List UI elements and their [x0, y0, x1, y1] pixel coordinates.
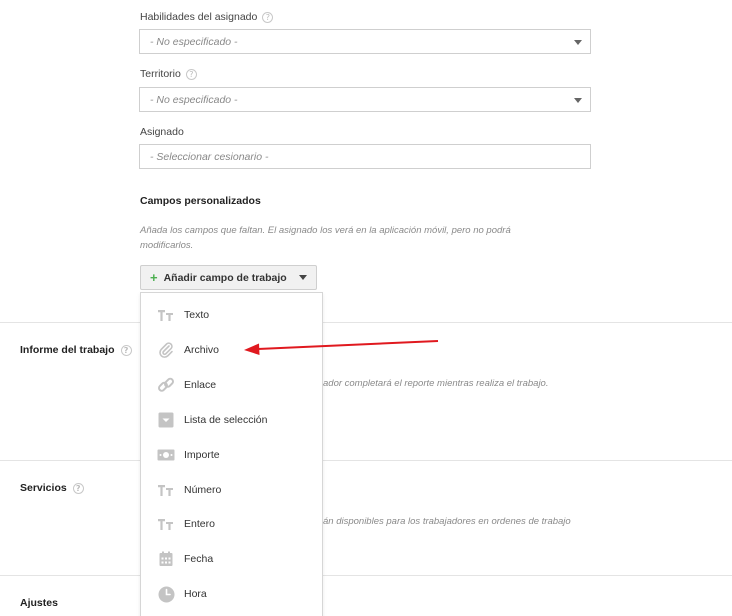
- chevron-down-icon: [298, 275, 307, 280]
- dropdown-item-select-list[interactable]: Lista de selección: [141, 405, 322, 435]
- add-job-field-button[interactable]: + Añadir campo de trabajo: [140, 265, 317, 290]
- help-icon[interactable]: ?: [262, 11, 274, 23]
- paperclip-icon: [157, 341, 175, 359]
- chevron-down-icon: [574, 40, 582, 45]
- chevron-down-icon: [574, 98, 582, 103]
- help-icon[interactable]: ?: [72, 482, 84, 494]
- link-icon: [157, 376, 175, 394]
- money-icon: [157, 446, 175, 464]
- custom-fields-hint: Añada los campos que faltan. El asignado…: [140, 225, 511, 251]
- territory-select[interactable]: - No especificado -: [139, 87, 591, 112]
- section-divider: [0, 322, 732, 323]
- dropdown-item-text[interactable]: Texto: [141, 300, 322, 330]
- services-title: Servicios ?: [20, 482, 84, 494]
- services-hint: án disponibles para los trabajadores en …: [323, 516, 571, 527]
- custom-fields-title: Campos personalizados: [140, 195, 261, 207]
- help-icon[interactable]: ?: [185, 68, 197, 80]
- job-report-hint: ador completará el reporte mientras real…: [323, 378, 549, 389]
- assignee-label: Asignado: [140, 126, 184, 138]
- section-divider: [0, 460, 732, 461]
- text-icon: [157, 481, 175, 499]
- dropdown-item-date[interactable]: Fecha: [141, 544, 322, 574]
- section-divider: [0, 575, 732, 576]
- plus-icon: +: [150, 270, 158, 285]
- calendar-icon: [157, 550, 175, 568]
- text-icon: [157, 515, 175, 533]
- settings-title: Ajustes: [20, 597, 58, 609]
- help-icon[interactable]: ?: [120, 344, 132, 356]
- text-icon: [157, 306, 175, 324]
- skills-label: Habilidades del asignado ?: [140, 11, 274, 23]
- job-report-title: Informe del trabajo ?: [20, 344, 132, 356]
- field-type-dropdown: Texto Archivo Enlace Lista de selección …: [140, 292, 323, 616]
- dropdown-item-time[interactable]: Hora: [141, 579, 322, 609]
- territory-label: Territorio ?: [140, 68, 197, 80]
- dropdown-item-link[interactable]: Enlace: [141, 370, 322, 400]
- dropdown-item-number[interactable]: Número: [141, 475, 322, 505]
- dropdown-item-integer[interactable]: Entero: [141, 509, 322, 539]
- clock-icon: [157, 585, 175, 603]
- select-list-icon: [157, 411, 175, 429]
- assignee-input[interactable]: - Seleccionar cesionario -: [139, 144, 591, 169]
- dropdown-item-file[interactable]: Archivo: [141, 335, 322, 365]
- dropdown-item-amount[interactable]: Importe: [141, 440, 322, 470]
- skills-select[interactable]: - No especificado -: [139, 29, 591, 54]
